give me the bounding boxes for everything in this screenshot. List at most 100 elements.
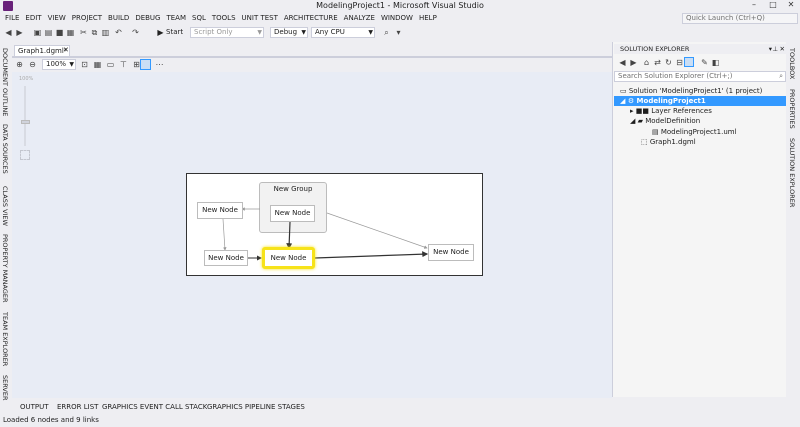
- toolbar-options-icon[interactable]: ▾: [394, 28, 403, 37]
- tab-properties[interactable]: PROPERTIES: [788, 89, 796, 129]
- collapse-all-icon[interactable]: ⊟: [675, 58, 684, 67]
- menu-window[interactable]: WINDOW: [378, 12, 416, 25]
- pin-icon[interactable]: ⊥: [772, 44, 778, 54]
- solution-search-input[interactable]: Search Solution Explorer (Ctrl+;) ⌕: [614, 71, 786, 82]
- close-icon[interactable]: ✕: [780, 44, 785, 54]
- menu-analyze[interactable]: ANALYZE: [341, 12, 378, 25]
- zoom-out-icon[interactable]: ⊖: [28, 60, 37, 69]
- menu-unit-test[interactable]: UNIT TEST: [239, 12, 281, 25]
- tab-class-view[interactable]: CLASS VIEW: [1, 186, 9, 226]
- slider-thumb[interactable]: [21, 120, 30, 124]
- start-button[interactable]: Start: [166, 28, 183, 37]
- close-icon[interactable]: ✕: [786, 0, 796, 10]
- slider-track: [24, 86, 26, 146]
- cut-icon[interactable]: ✂: [79, 28, 88, 37]
- show-all-files-icon[interactable]: [684, 57, 694, 67]
- zoom-combo[interactable]: 100% ▼: [42, 59, 76, 70]
- title-bar: ModelingProject1 - Microsoft Visual Stud…: [0, 0, 800, 12]
- zoom-slider[interactable]: 100%: [18, 76, 34, 162]
- tab-output[interactable]: OUTPUT: [20, 400, 49, 414]
- redo-icon[interactable]: ↷: [131, 28, 140, 37]
- menu-edit[interactable]: EDIT: [22, 12, 44, 25]
- new-project-icon[interactable]: ▣: [33, 28, 42, 37]
- platform-combo[interactable]: Any CPU ▼: [311, 27, 375, 38]
- tab-error-list[interactable]: ERROR LIST: [57, 400, 98, 414]
- tab-toolbox[interactable]: TOOLBOX: [788, 48, 796, 79]
- start-icon[interactable]: ▶: [156, 28, 165, 37]
- zoom-slider-label: 100%: [19, 76, 34, 82]
- collapse-arrow-icon[interactable]: ◢: [620, 97, 628, 105]
- group-title[interactable]: New Group: [259, 185, 327, 193]
- graph-node-right[interactable]: New Node: [428, 244, 474, 261]
- sync-icon[interactable]: ⇄: [653, 58, 662, 67]
- save-all-icon[interactable]: ▦: [66, 28, 75, 37]
- back-icon[interactable]: ◀: [618, 58, 627, 67]
- menu-bar: FILE EDIT VIEW PROJECT BUILD DEBUG TEAM SQL TOOL…: [0, 12, 800, 25]
- script-combo[interactable]: Script Only ▼: [190, 27, 264, 38]
- menu-file[interactable]: FILE: [2, 12, 22, 25]
- pointer-tool-icon[interactable]: [140, 59, 151, 70]
- maximize-icon[interactable]: □: [768, 0, 778, 10]
- layout-icon[interactable]: ▦: [93, 60, 102, 69]
- back-icon[interactable]: ◀: [4, 28, 13, 37]
- tree-item-model-definition[interactable]: ◢ ▰ ModelDefinition: [630, 116, 700, 126]
- tab-document-outline[interactable]: DOCUMENT OUTLINE: [1, 48, 9, 116]
- menu-build[interactable]: BUILD: [105, 12, 132, 25]
- tab-property-manager[interactable]: PROPERTY MANAGER: [1, 234, 9, 303]
- menu-debug[interactable]: DEBUG: [132, 12, 163, 25]
- menu-view[interactable]: VIEW: [45, 12, 69, 25]
- minimize-icon[interactable]: –: [749, 0, 759, 10]
- tree-item-project[interactable]: ◢ ⚙ ModelingProject1: [614, 96, 786, 106]
- menu-project[interactable]: PROJECT: [69, 12, 105, 25]
- search-icon[interactable]: ⌕: [779, 72, 783, 81]
- tree-layout-icon[interactable]: ⊤: [119, 60, 128, 69]
- chevron-down-icon: ▼: [69, 61, 74, 68]
- chevron-down-icon: ▼: [301, 29, 306, 36]
- tree-item-dgml-file[interactable]: ⬚ Graph1.dgml: [641, 137, 696, 147]
- menu-sql[interactable]: SQL: [189, 12, 209, 25]
- zoom-to-fit-icon[interactable]: ⊡: [80, 60, 89, 69]
- solution-explorer-toolbar: ◀ ▶ ⌂ ⇄ ↻ ⊟ ✎ ◧: [614, 55, 786, 70]
- menu-help[interactable]: HELP: [416, 12, 440, 25]
- graph-node-in-group[interactable]: New Node: [270, 205, 315, 222]
- tree-item-solution[interactable]: ▭ Solution 'ModelingProject1' (1 project…: [620, 86, 762, 96]
- forward-icon[interactable]: ▶: [629, 58, 638, 67]
- graph-node-highlighted[interactable]: New Node: [262, 247, 315, 269]
- tree-item-label: Graph1.dgml: [649, 138, 696, 146]
- tab-solution-explorer[interactable]: SOLUTION EXPLORER: [788, 138, 796, 207]
- refresh-icon[interactable]: ↻: [664, 58, 673, 67]
- configuration-combo[interactable]: Debug ▼: [270, 27, 308, 38]
- graph-node-bottom-left[interactable]: New Node: [204, 250, 248, 266]
- save-icon[interactable]: ■: [55, 28, 64, 37]
- tab-server[interactable]: SERVER: [1, 375, 9, 400]
- tab-team-explorer[interactable]: TEAM EXPLORER: [1, 312, 9, 366]
- fit-to-window-icon[interactable]: [20, 150, 30, 160]
- tree-item-label: Layer References: [651, 107, 712, 115]
- menu-architecture[interactable]: ARCHITECTURE: [281, 12, 341, 25]
- menu-tools[interactable]: TOOLS: [209, 12, 239, 25]
- open-file-icon[interactable]: ▤: [44, 28, 53, 37]
- legend-icon[interactable]: ⋯: [155, 60, 164, 69]
- home-icon[interactable]: ⌂: [642, 58, 651, 67]
- menu-team[interactable]: TEAM: [163, 12, 189, 25]
- zoom-in-icon[interactable]: ⊕: [15, 60, 24, 69]
- properties-icon[interactable]: ✎: [700, 58, 709, 67]
- quick-launch-input[interactable]: Quick Launch (Ctrl+Q): [682, 13, 798, 24]
- forward-icon[interactable]: ▶: [15, 28, 24, 37]
- collapse-arrow-icon[interactable]: ◢: [630, 117, 638, 125]
- graph-node-left[interactable]: New Node: [197, 202, 243, 219]
- tab-close-icon[interactable]: ✕: [63, 45, 69, 55]
- tree-item-label: ModelingProject1.uml: [660, 128, 737, 136]
- undo-icon[interactable]: ↶: [114, 28, 123, 37]
- copy-icon[interactable]: ⧉: [90, 28, 99, 37]
- tab-graphics-pipeline-stages[interactable]: GRAPHICS PIPELINE STAGES: [207, 400, 305, 414]
- tab-data-sources[interactable]: DATA SOURCES: [1, 124, 9, 174]
- tree-item-uml-file[interactable]: ▤ ModelingProject1.uml: [652, 127, 737, 137]
- tree-item-layer-references[interactable]: ▸ ■■ Layer References: [630, 106, 712, 116]
- uml-file-icon: ▤: [652, 128, 661, 136]
- node-icon[interactable]: ▭: [106, 60, 115, 69]
- tab-graphics-event-call-stack[interactable]: GRAPHICS EVENT CALL STACK: [102, 400, 207, 414]
- find-icon[interactable]: ⌕: [382, 28, 391, 37]
- paste-icon[interactable]: ▥: [101, 28, 110, 37]
- preview-icon[interactable]: ◧: [711, 58, 720, 67]
